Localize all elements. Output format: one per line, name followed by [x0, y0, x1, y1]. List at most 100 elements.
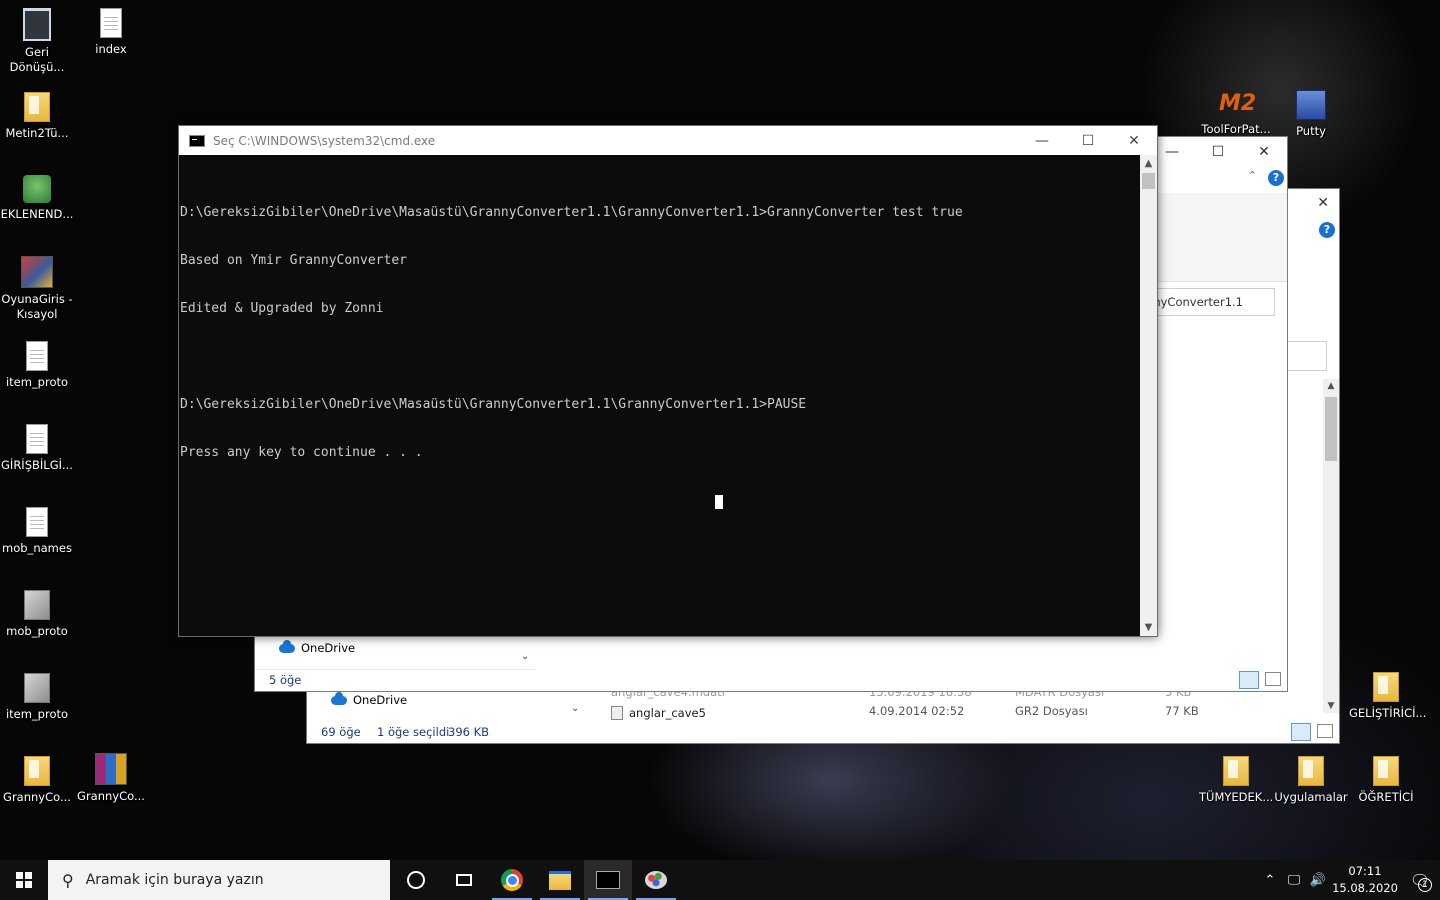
cloud-icon [331, 691, 347, 705]
console-line: Press any key to continue . . . [180, 445, 423, 460]
chevron-up-icon[interactable]: ⌃ [1248, 169, 1257, 182]
file-icon [24, 673, 50, 703]
scrollbar-thumb[interactable] [1142, 173, 1155, 189]
paint-icon [645, 871, 667, 889]
folder-icon [1373, 756, 1399, 786]
search-box[interactable] [1285, 341, 1327, 371]
desktop-icon-index[interactable]: index [74, 8, 148, 57]
desktop-icon-gelistirici[interactable]: GELİŞTİRİCİ... [1349, 672, 1426, 721]
folder-icon [1223, 756, 1249, 786]
cortana-icon [407, 871, 425, 889]
console-line: Edited & Upgraded by Zonni [180, 301, 384, 316]
file-icon [24, 590, 50, 620]
folder-icon [24, 92, 50, 122]
scrollbar-thumb[interactable] [1325, 397, 1337, 461]
status-count: 5 öğe [269, 673, 302, 687]
chevron-down-icon[interactable]: ▼ [1140, 619, 1157, 636]
nav-item-onedrive[interactable]: OneDrive [279, 639, 355, 655]
desktop-icon-grannyco-rar[interactable]: GrannyCo... [74, 753, 148, 804]
desktop-icon-mob-names[interactable]: mob_names [0, 507, 74, 556]
desktop-icon-metin2[interactable]: Metin2Tü... [0, 92, 74, 141]
status-size: 396 KB [448, 725, 490, 739]
console-icon [596, 871, 620, 889]
chevron-up-icon[interactable]: ▲ [1323, 381, 1339, 391]
volume-icon[interactable]: 🔊 [1306, 873, 1330, 888]
chevron-up-icon[interactable]: ⌃ [1258, 873, 1282, 888]
console-line: Based on Ymir GrannyConverter [180, 253, 407, 268]
scrollbar[interactable]: ▲ ▼ [1140, 155, 1157, 636]
close-icon[interactable]: ✕ [1241, 144, 1287, 160]
task-view-icon [456, 874, 472, 886]
start-button[interactable] [0, 860, 48, 900]
search-icon: ⚲ [62, 870, 74, 890]
text-file-icon [26, 341, 48, 371]
system-tray: ⌃ 🖵 🔊 07:11 15.08.2020 🗨 1 [1258, 860, 1440, 900]
putty-icon [1296, 90, 1326, 120]
status-selected: 1 öğe seçildi [377, 725, 450, 739]
taskbar-chrome[interactable] [488, 860, 536, 900]
recycle-bin-icon [23, 8, 51, 41]
folder-icon [1298, 756, 1324, 786]
chevron-down-icon[interactable]: ⌄ [571, 703, 579, 714]
clock[interactable]: 07:11 15.08.2020 [1330, 863, 1400, 897]
search-placeholder: Aramak için buraya yazın [85, 872, 264, 888]
details-view-icon[interactable] [1239, 671, 1259, 689]
taskbar-paint[interactable] [632, 860, 680, 900]
task-view-button[interactable] [440, 860, 488, 900]
file-icon [611, 706, 623, 720]
tiles-view-icon[interactable] [1265, 672, 1281, 686]
network-icon[interactable]: 🖵 [1282, 873, 1306, 888]
window-title: Seç C:\WINDOWS\system32\cmd.exe [213, 133, 436, 148]
desktop-icon-uygulamalar[interactable]: Uygulamalar [1274, 756, 1348, 805]
desktop-icon-item-proto-2[interactable]: item_proto [0, 673, 74, 722]
desktop-icon-recycle-bin[interactable]: Geri Dönüşü... [0, 8, 74, 75]
folder-icon [549, 870, 571, 890]
text-cursor [715, 495, 723, 509]
desktop-icon-toolforpat[interactable]: M2 ToolForPat... [1199, 90, 1273, 137]
help-icon[interactable]: ? [1268, 170, 1284, 186]
chevron-down-icon[interactable]: ▼ [1323, 701, 1339, 711]
desktop-icon-mob-proto[interactable]: mob_proto [0, 590, 74, 639]
cmd-title-bar[interactable]: Seç C:\WINDOWS\system32\cmd.exe — ☐ ✕ [179, 126, 1157, 155]
minimize-button[interactable]: — [1019, 126, 1065, 155]
notification-badge: 1 [1418, 877, 1432, 892]
taskbar-file-explorer[interactable] [536, 860, 584, 900]
desktop-icon-item-proto[interactable]: item_proto [0, 341, 74, 390]
app-icon [23, 175, 51, 203]
desktop-icon-girisbilgi[interactable]: GİRİŞBİLGİ... [0, 424, 74, 473]
text-file-icon [26, 424, 48, 454]
winrar-icon [95, 753, 127, 785]
status-count: 69 öğe [321, 725, 361, 739]
desktop-icon-tumyedek[interactable]: TÜMYEDEK... [1199, 756, 1273, 805]
desktop-icon-ogretici[interactable]: ÖĞRETİCİ [1349, 756, 1423, 805]
file-row[interactable]: anglar_cave5 4.09.2014 02:52 GR2 Dosyası… [611, 704, 1211, 722]
clock-date: 15.08.2020 [1332, 881, 1398, 895]
maximize-button[interactable]: ☐ [1065, 126, 1111, 155]
folder-icon [24, 756, 50, 786]
cortana-button[interactable] [392, 860, 440, 900]
notification-button[interactable]: 🗨 1 [1400, 871, 1440, 892]
chrome-icon [501, 869, 523, 891]
maximize-icon[interactable]: ☐ [1195, 144, 1241, 160]
cloud-icon [279, 639, 295, 653]
console-output[interactable]: D:\GereksizGibiler\OneDrive\Masaüstü\Gra… [179, 155, 1140, 636]
nav-item-onedrive[interactable]: OneDrive [331, 691, 407, 707]
text-file-icon [100, 8, 122, 38]
desktop-icon-oyunagiris[interactable]: OyunaGiris - Kısayol [0, 256, 74, 322]
chevron-down-icon[interactable]: ⌄ [521, 651, 529, 662]
close-icon[interactable]: ✕ [1317, 195, 1329, 211]
desktop-icon-grannyco-folder[interactable]: GrannyCo... [0, 756, 74, 805]
scrollbar[interactable]: ▲ ▼ [1323, 379, 1339, 713]
cmd-window[interactable]: Seç C:\WINDOWS\system32\cmd.exe — ☐ ✕ D:… [178, 125, 1158, 637]
help-icon[interactable]: ? [1319, 222, 1335, 238]
close-button[interactable]: ✕ [1111, 126, 1157, 155]
details-view-icon[interactable] [1291, 723, 1311, 741]
desktop-icon-eklenend[interactable]: EKLENEND... [0, 175, 74, 222]
desktop-icon-putty[interactable]: Putty [1274, 90, 1348, 139]
taskbar-cmd[interactable] [584, 860, 632, 900]
console-line: D:\GereksizGibiler\OneDrive\Masaüstü\Gra… [180, 397, 807, 412]
search-box[interactable]: ⚲ Aramak için buraya yazın [48, 860, 390, 900]
chevron-up-icon[interactable]: ▲ [1140, 155, 1157, 172]
tiles-view-icon[interactable] [1317, 724, 1333, 738]
